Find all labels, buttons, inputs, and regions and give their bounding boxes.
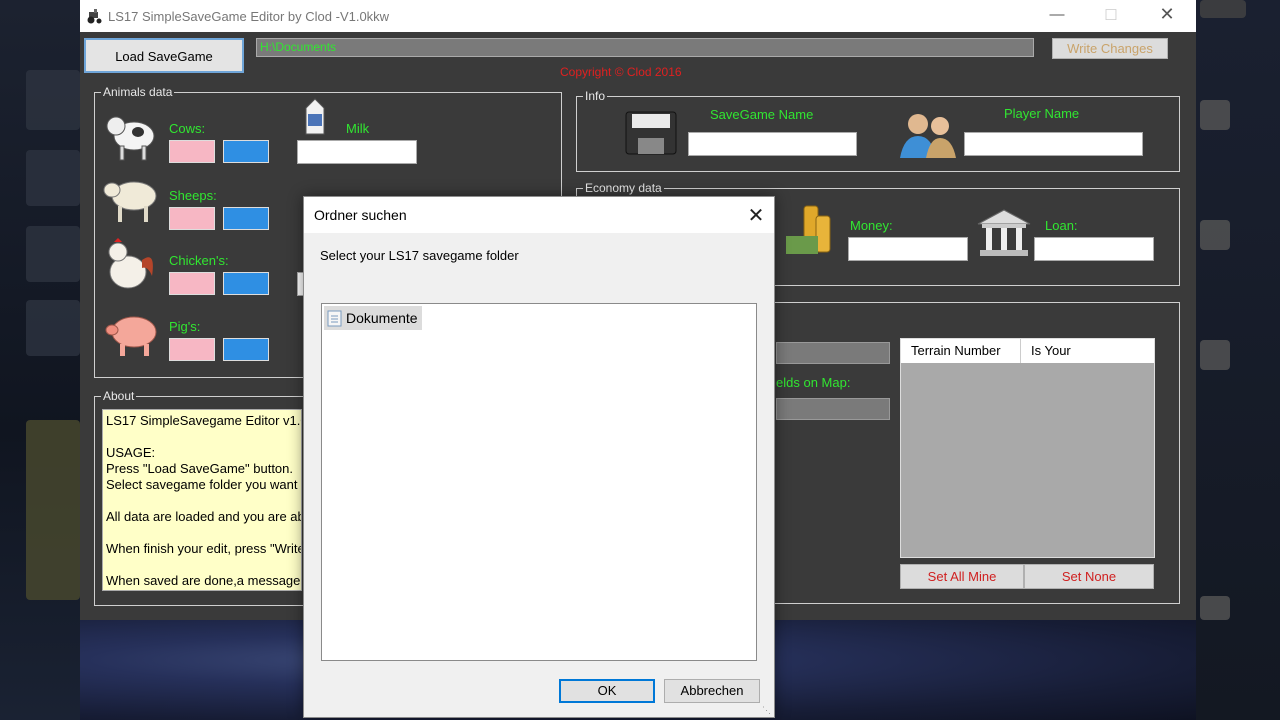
- cows-set-button[interactable]: [223, 140, 269, 163]
- background-window-ghost: [26, 420, 80, 600]
- terrain-list[interactable]: Terrain Number Is Your: [900, 338, 1155, 558]
- background-window-ghost: [1200, 596, 1230, 620]
- sheeps-count-input[interactable]: [169, 207, 215, 230]
- desktop-background-right: [1196, 0, 1280, 720]
- pigs-count-input[interactable]: [169, 338, 215, 361]
- terrain-list-header: Terrain Number Is Your: [901, 339, 1154, 363]
- players-icon: [900, 114, 956, 158]
- window-title: LS17 SimpleSaveGame Editor by Clod -V1.0…: [108, 8, 390, 24]
- chickens-count-input[interactable]: [169, 272, 215, 295]
- background-window-ghost: [1200, 220, 1230, 250]
- chicken-icon: [108, 238, 153, 289]
- fields-total-input[interactable]: [776, 342, 890, 364]
- about-group-title: About: [101, 388, 137, 404]
- documents-folder-icon: [327, 310, 342, 327]
- is-your-column[interactable]: Is Your: [1021, 339, 1154, 363]
- background-window-ghost: [26, 226, 80, 282]
- player-name-input[interactable]: [964, 132, 1143, 156]
- tractor-icon: [87, 9, 102, 24]
- load-savegame-button[interactable]: Load SaveGame: [84, 38, 244, 73]
- set-none-button[interactable]: Set None: [1024, 564, 1154, 589]
- folder-browse-dialog: Ordner suchen ✕ Select your LS17 savegam…: [303, 196, 775, 718]
- floppy-disk-icon: [625, 111, 677, 155]
- background-window-ghost: [26, 70, 80, 130]
- info-group-title: Info: [583, 88, 608, 104]
- chickens-label: Chicken's:: [169, 253, 229, 268]
- dialog-title-bar: Ordner suchen ✕: [304, 197, 774, 233]
- ok-button[interactable]: OK: [559, 679, 655, 703]
- loan-input[interactable]: [1034, 237, 1154, 261]
- desktop-background-left: [0, 0, 80, 720]
- cow-icon: [106, 116, 155, 161]
- pig-icon: [105, 316, 157, 356]
- set-all-mine-button[interactable]: Set All Mine: [900, 564, 1024, 589]
- cows-count-input[interactable]: [169, 140, 215, 163]
- milk-carton-icon: [305, 98, 325, 135]
- savegame-name-label: SaveGame Name: [710, 107, 814, 122]
- background-window-ghost: [1200, 100, 1230, 130]
- tree-item-label: Dokumente: [346, 310, 418, 326]
- fields-on-map-input[interactable]: [776, 398, 890, 420]
- fields-on-map-label: elds on Map:: [776, 375, 851, 390]
- tree-item-dokumente[interactable]: Dokumente: [324, 306, 422, 330]
- sheeps-label: Sheeps:: [169, 188, 217, 203]
- dialog-title: Ordner suchen: [314, 207, 407, 223]
- chickens-set-button[interactable]: [223, 272, 269, 295]
- background-window-ghost: [26, 300, 80, 356]
- loan-label: Loan:: [1045, 218, 1078, 233]
- milk-label: Milk: [346, 121, 370, 136]
- money-coins-icon: [786, 205, 831, 254]
- folder-tree[interactable]: Dokumente: [321, 303, 757, 661]
- close-icon[interactable]: ✕: [1152, 4, 1182, 25]
- milk-input[interactable]: [297, 140, 417, 164]
- dialog-close-icon[interactable]: ✕: [744, 203, 768, 228]
- maximize-icon[interactable]: ☐: [1096, 6, 1126, 24]
- copyright-text: Copyright © Clod 2016: [560, 65, 682, 79]
- sheeps-set-button[interactable]: [223, 207, 269, 230]
- background-window-ghost: [1200, 340, 1230, 370]
- title-bar: LS17 SimpleSaveGame Editor by Clod -V1.0…: [80, 0, 1196, 32]
- minimize-icon[interactable]: —: [1042, 6, 1072, 23]
- economy-group-title: Economy data: [583, 180, 664, 196]
- sheep-icon: [103, 181, 157, 222]
- about-textbox[interactable]: LS17 SimpleSavegame Editor v1.0 USAGE: P…: [102, 409, 302, 591]
- animals-group-title: Animals data: [101, 84, 175, 100]
- background-window-ghost: [1200, 0, 1246, 18]
- savegame-path-field[interactable]: H:\Documents: [256, 38, 1034, 57]
- pigs-label: Pig's:: [169, 319, 201, 334]
- bank-icon: [977, 209, 1031, 256]
- cows-label: Cows:: [169, 121, 206, 136]
- pigs-set-button[interactable]: [223, 338, 269, 361]
- dialog-message: Select your LS17 savegame folder: [320, 248, 519, 263]
- cancel-button[interactable]: Abbrechen: [664, 679, 760, 703]
- money-input[interactable]: [848, 237, 968, 261]
- money-label: Money:: [850, 218, 893, 233]
- resize-grip-icon[interactable]: ⋱: [762, 705, 771, 716]
- savegame-name-input[interactable]: [688, 132, 857, 156]
- player-name-label: Player Name: [1004, 106, 1080, 121]
- background-window-ghost: [26, 150, 80, 206]
- write-changes-button[interactable]: Write Changes: [1052, 38, 1168, 59]
- terrain-number-column[interactable]: Terrain Number: [901, 339, 1021, 363]
